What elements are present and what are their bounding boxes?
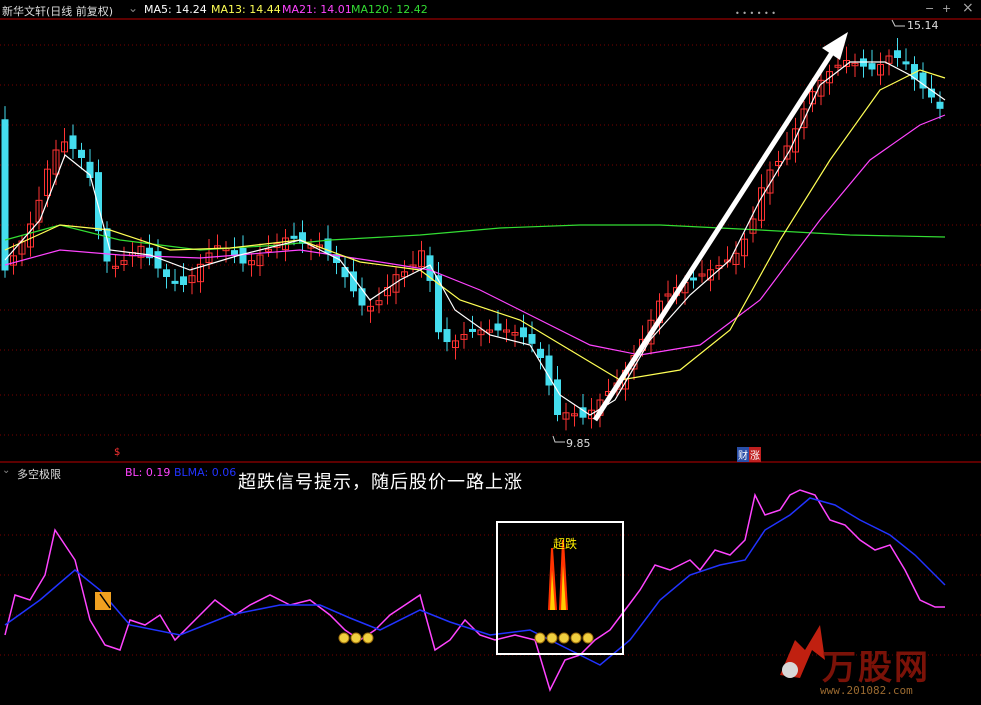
money-bag-icon <box>582 632 594 644</box>
candle-body <box>690 277 697 281</box>
candle-body <box>537 348 544 359</box>
blma-label: BLMA: 0.06 <box>174 466 237 479</box>
money-bag-icon <box>338 632 350 644</box>
trend-arrow-line <box>592 46 838 422</box>
stock-name: 新华文轩 <box>2 5 46 18</box>
candle-body <box>180 276 187 285</box>
minus-button[interactable]: − <box>925 2 934 15</box>
trend-arrow-head <box>822 32 848 60</box>
candle-body <box>231 250 238 256</box>
plus-button[interactable]: + <box>942 2 951 15</box>
money-bag-icon <box>570 632 582 644</box>
candle-body <box>69 135 77 149</box>
candle-body <box>239 248 247 264</box>
indicator-name: 多空极限 <box>17 468 61 481</box>
money-bag-icon <box>546 632 558 644</box>
money-bag-icon <box>362 632 374 644</box>
candle-body <box>936 101 944 109</box>
stock-chart-window: 新华文轩(日线 前复权) ⌄ MA5: 14.24 MA13: 14.44 MA… <box>0 0 981 705</box>
indicator-dropdown-icon[interactable]: ⌄ <box>2 465 10 476</box>
candle-body <box>520 327 527 338</box>
bl-label: BL: 0.19 <box>125 466 171 479</box>
oversold-signal-label: 超跌 <box>553 537 578 551</box>
chart-canvas[interactable] <box>0 0 981 705</box>
ma5-label: MA5: 14.24 <box>144 3 207 16</box>
period-label: (日线 前复权) <box>46 5 114 18</box>
money-bag-icon <box>350 632 362 644</box>
tab-dots[interactable]: • • • • • • <box>735 9 776 18</box>
candle-body <box>78 149 85 158</box>
ma120-line <box>4 224 946 251</box>
ma21-label: MA21: 14.01 <box>282 3 352 16</box>
watermark-coin-icon <box>782 662 798 678</box>
rise-event-marker[interactable]: 涨 <box>749 447 761 462</box>
s-event-marker[interactable]: $ <box>114 447 120 458</box>
candle-body <box>494 323 502 331</box>
candle-body <box>95 172 102 232</box>
ma120-label: MA120: 12.42 <box>351 3 428 16</box>
candle-body <box>154 251 162 269</box>
low-price-marker: 9.85 <box>566 437 591 450</box>
money-bag-icon <box>558 632 570 644</box>
close-button[interactable]: × <box>962 0 974 16</box>
candle-body <box>554 379 561 416</box>
watermark-url: www.201082.com <box>820 684 913 697</box>
high-price-marker: 15.14 <box>907 19 939 32</box>
high-marker-tick <box>891 19 905 27</box>
candle-body <box>469 328 476 332</box>
ma13-label: MA13: 14.44 <box>211 3 281 16</box>
candle-body <box>528 334 536 344</box>
blma-line <box>4 497 946 666</box>
candle-body <box>1 119 9 271</box>
watermark-logo: 万股网 <box>822 648 930 688</box>
candle-body <box>894 50 901 58</box>
ma21-line <box>4 114 946 356</box>
finance-event-marker[interactable]: 财 <box>737 447 749 462</box>
candle-body <box>902 61 910 65</box>
stock-title: 新华文轩(日线 前复权) <box>2 3 113 19</box>
low-marker-tick <box>552 435 565 443</box>
money-bag-icon <box>534 632 546 644</box>
candle-body <box>290 235 298 239</box>
candle-body <box>163 269 170 277</box>
candle-body <box>443 329 451 343</box>
candle-body <box>868 63 876 70</box>
settings-dropdown-icon[interactable]: ⌄ <box>128 1 138 15</box>
annotation-text: 超跌信号提示，随后股价一路上涨 <box>238 472 523 493</box>
candle-body <box>171 280 179 284</box>
